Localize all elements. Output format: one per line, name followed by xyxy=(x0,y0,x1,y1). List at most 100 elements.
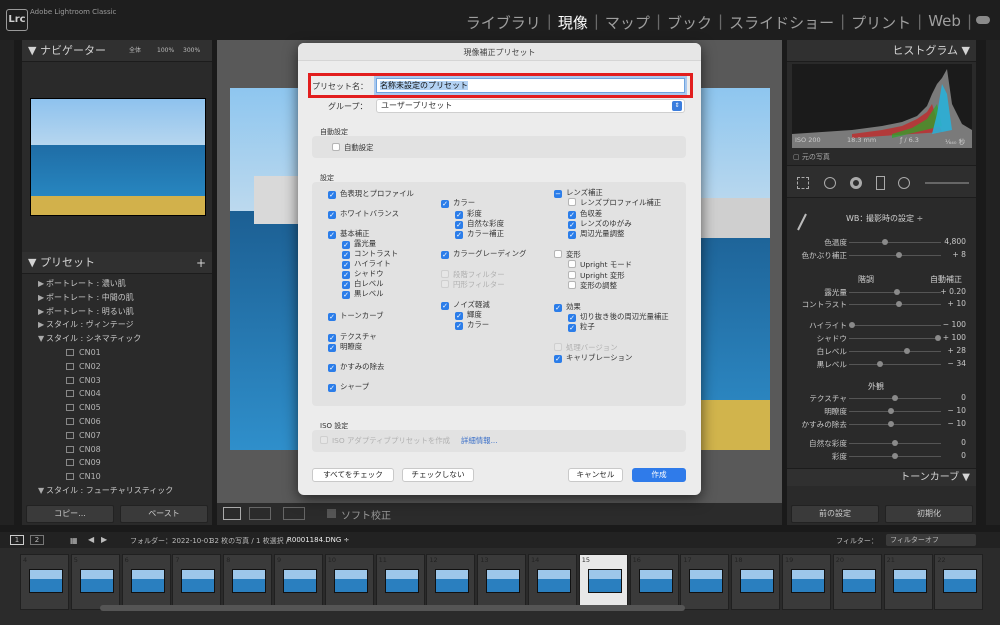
setting-checkbox[interactable]: レンズプロファイル補正 xyxy=(568,198,661,207)
basic-slider[interactable]: コントラスト + 10 xyxy=(787,299,976,310)
second-window-icon[interactable]: 2 xyxy=(30,535,44,545)
iso-learn-more-link[interactable]: 詳細情報... xyxy=(461,436,498,445)
setting-checkbox[interactable]: ✓ 明瞭度 xyxy=(328,342,362,352)
setting-checkbox[interactable]: ✓ 露光量 xyxy=(342,239,376,249)
auto-setting-checkbox[interactable]: 自動設定 xyxy=(332,143,374,152)
basic-slider[interactable]: 白レベル + 28 xyxy=(787,346,976,357)
preset-folder[interactable]: ▶ ポートレート : 濃い肌 xyxy=(22,277,212,291)
slider-track[interactable] xyxy=(849,325,941,326)
setting-checkbox[interactable]: ✓ 彩度 xyxy=(455,209,482,219)
left-edge-tab[interactable] xyxy=(0,40,14,525)
setting-checkbox[interactable]: ✓ トーンカーブ xyxy=(328,311,384,321)
setting-checkbox[interactable]: ✓ ノイズ軽減 xyxy=(441,300,490,310)
preset-item[interactable]: CN03 xyxy=(22,374,212,388)
setting-checkbox[interactable]: 変形 xyxy=(554,250,581,259)
original-photo-toggle[interactable]: ▢ 元の写真 xyxy=(793,152,830,162)
setting-checkbox[interactable]: 円形フィルター xyxy=(441,280,505,289)
radial-filter-icon[interactable] xyxy=(898,177,910,189)
slider-track[interactable] xyxy=(849,424,941,425)
slider-knob[interactable] xyxy=(881,239,888,245)
setting-checkbox[interactable]: 変形の調整 xyxy=(568,281,617,290)
navigator-preview[interactable] xyxy=(30,98,206,216)
setting-checkbox[interactable]: ✓ カラー補正 xyxy=(455,229,504,239)
filmstrip-thumbnail[interactable]: 5 xyxy=(70,554,120,610)
zoom-fit[interactable]: 全体 xyxy=(129,40,141,62)
basic-slider[interactable]: テクスチャ 0 xyxy=(787,393,976,404)
slider-track[interactable] xyxy=(849,242,941,243)
slider-knob[interactable] xyxy=(892,440,898,446)
slider-knob[interactable] xyxy=(904,348,911,354)
slider-value[interactable]: − 10 xyxy=(936,406,966,415)
setting-checkbox[interactable]: ✓ 周辺光量調整 xyxy=(568,229,624,239)
slider-knob[interactable] xyxy=(892,453,898,459)
filmstrip-scrollbar[interactable] xyxy=(100,605,685,611)
previous-settings-button[interactable]: 前の設定 xyxy=(791,505,879,523)
redeye-icon[interactable] xyxy=(850,177,862,189)
before-after-icon[interactable] xyxy=(249,507,271,520)
setting-checkbox[interactable]: ✓ 切り抜き後の周辺光量補正 xyxy=(568,312,669,322)
slider-track[interactable] xyxy=(849,411,941,412)
setting-checkbox[interactable]: ✓ テクスチャ xyxy=(328,332,377,342)
filmstrip-thumbnail[interactable]: 11 xyxy=(375,554,425,610)
slider-value[interactable]: 0 xyxy=(936,438,966,447)
add-preset-icon[interactable]: + xyxy=(196,252,206,274)
setting-checkbox[interactable]: ✓ 白レベル xyxy=(342,279,384,289)
zoom-300[interactable]: 300% xyxy=(183,40,200,62)
preset-folder[interactable]: ▶ ポートレート : 明るい肌 xyxy=(22,305,212,319)
slider-track[interactable] xyxy=(849,304,941,305)
slider-value[interactable]: + 100 xyxy=(936,333,966,342)
slider-value[interactable]: + 28 xyxy=(936,346,966,355)
basic-slider[interactable]: 色温度 4,800 xyxy=(787,237,976,248)
wb-select[interactable]: 撮影時の設定 ÷ xyxy=(866,213,923,224)
crop-icon[interactable] xyxy=(797,177,809,189)
basic-slider[interactable]: 明瞭度 − 10 xyxy=(787,406,976,417)
slider-knob[interactable] xyxy=(892,395,898,401)
setting-checkbox[interactable]: ✓ 色表現とプロファイル xyxy=(328,189,414,199)
module-print[interactable]: プリント xyxy=(845,12,917,33)
basic-slider[interactable]: 黒レベル − 34 xyxy=(787,359,976,370)
preset-folder[interactable]: ▶ スタイル : ヴィンテージ xyxy=(22,318,212,332)
slider-value[interactable]: − 100 xyxy=(936,320,966,329)
preset-item[interactable]: CN01 xyxy=(22,346,212,360)
group-select[interactable]: ユーザープリセット ⇕ xyxy=(376,99,685,113)
spot-removal-icon[interactable] xyxy=(824,177,836,189)
slider-knob[interactable] xyxy=(893,289,900,295)
forward-arrow-icon[interactable]: ▶ xyxy=(101,535,107,544)
filmstrip-thumbnail[interactable]: 17 xyxy=(680,554,730,610)
filmstrip-thumbnail[interactable]: 7 xyxy=(172,554,222,610)
slider-track[interactable] xyxy=(849,364,941,365)
filmstrip-thumbnail[interactable]: 22 xyxy=(934,554,984,610)
filmstrip-thumbnail[interactable]: 15 xyxy=(578,554,628,610)
filmstrip-thumbnail[interactable]: 20 xyxy=(832,554,882,610)
setting-checkbox[interactable]: Upright モード xyxy=(568,260,632,269)
eyedropper-icon[interactable] xyxy=(796,212,808,232)
brush-slider[interactable] xyxy=(925,182,969,184)
soft-proof-checkbox[interactable] xyxy=(327,509,336,518)
setting-checkbox[interactable]: Upright 変形 xyxy=(568,271,625,280)
slider-track[interactable] xyxy=(849,338,941,339)
setting-checkbox[interactable]: ✓ 黒レベル xyxy=(342,289,384,299)
setting-checkbox[interactable]: − レンズ補正 xyxy=(554,188,603,198)
preset-item[interactable]: CN09 xyxy=(22,456,212,470)
graduated-filter-icon[interactable] xyxy=(876,176,885,190)
slider-track[interactable] xyxy=(849,255,941,256)
setting-checkbox[interactable]: ✓ 輝度 xyxy=(455,310,482,320)
setting-checkbox[interactable]: ✓ ハイライト xyxy=(342,259,391,269)
slider-value[interactable]: 0 xyxy=(936,451,966,460)
loupe-view-icon[interactable] xyxy=(223,507,241,520)
preset-folder[interactable]: ▼ スタイル : シネマティック xyxy=(22,332,212,346)
filmstrip-thumbnail[interactable]: 6 xyxy=(121,554,171,610)
slider-value[interactable]: 0 xyxy=(936,393,966,402)
before-after-toggle-icon[interactable] xyxy=(283,507,305,520)
slider-knob[interactable] xyxy=(887,421,894,427)
histogram[interactable]: ISO 200 18.3 mm ƒ / 6.3 ¹⁄₆₄₀ 秒 xyxy=(792,64,972,148)
slider-track[interactable] xyxy=(849,351,941,352)
setting-checkbox[interactable]: ✓ レンズのゆがみ xyxy=(568,219,632,229)
slider-value[interactable]: − 34 xyxy=(936,359,966,368)
slider-value[interactable]: 4,800 xyxy=(936,237,966,246)
filmstrip-thumbnail[interactable]: 14 xyxy=(528,554,577,610)
create-button[interactable]: 作成 xyxy=(632,468,686,482)
back-arrow-icon[interactable]: ◀ xyxy=(88,535,94,544)
module-web[interactable]: Web xyxy=(922,12,967,33)
slider-value[interactable]: + 0.20 xyxy=(936,287,966,296)
